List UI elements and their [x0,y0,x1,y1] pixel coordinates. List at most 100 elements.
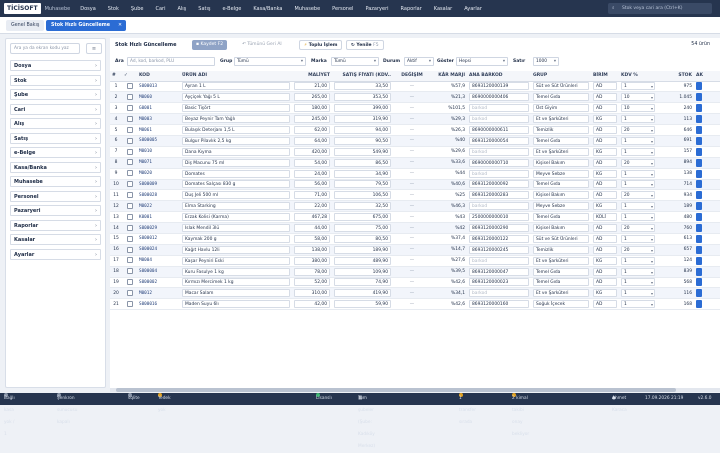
sidebar-item-10[interactable]: Pazaryeri › [10,205,101,216]
barcode-input[interactable]: 2500000000010 [469,213,529,222]
vat-select[interactable]: 1 ▾ [621,289,655,298]
rows-select[interactable]: 1000 ▾ [533,57,559,66]
column-header-10[interactable]: BİRİM [591,71,619,82]
barcode-input[interactable]: barkod [469,202,529,211]
active-toggle[interactable] [696,191,702,200]
unit-input[interactable]: KG [593,115,617,124]
sidebar-item-5[interactable]: Satış › [10,132,101,144]
unit-input[interactable]: AD [593,82,617,91]
sidebar-item-9[interactable]: Personel › [10,190,101,202]
vat-select[interactable]: 20 ▾ [621,191,655,200]
table-row[interactable]: 4 M0003 Beyaz Peynir Tam Yağlı 245,00 319,90… [110,113,720,126]
cost-input[interactable]: 56,00 [294,180,330,189]
cost-input[interactable]: 310,00 [294,289,330,298]
row-checkbox[interactable] [126,246,133,253]
product-name-input[interactable]: Duş Jeli 500 ml [182,191,290,200]
column-header-9[interactable]: GRUP [531,71,591,82]
row-checkbox[interactable] [126,290,133,297]
group-input[interactable]: Süt ve Süt Ürünleri [533,234,589,243]
group-input[interactable]: Kişisel Bakım [533,224,589,233]
vat-select[interactable]: 10 ▾ [621,93,655,102]
table-row[interactable]: 8 M0071 Diş Macunu 75 ml 54,00 86,50 — %33,6 86… [110,157,720,169]
table-row[interactable]: 20 M0012 Macar Salam 310,00 419,90 — %34,1 bark… [110,287,720,300]
price-input[interactable]: 34,90 [334,169,391,178]
group-input[interactable]: Meyve Sebze [533,169,589,178]
sidebar-item-4[interactable]: Alış › [10,118,101,129]
group-input[interactable]: Soğuk İçecek [533,300,589,309]
vat-select[interactable]: 1 ▾ [621,180,655,189]
active-toggle[interactable] [696,136,702,145]
barcode-input[interactable]: 8693120000160 [469,300,529,309]
menu-item-0[interactable]: Dosya [74,6,102,12]
active-toggle[interactable] [696,202,702,211]
row-checkbox[interactable] [126,159,133,166]
price-input[interactable]: 33,50 [334,82,391,91]
unit-input[interactable]: KG [593,256,617,265]
product-name-input[interactable]: Maden Suyu 6lı [182,300,290,309]
column-header-0[interactable]: # [110,71,122,82]
product-name-input[interactable]: Kağıt Havlu 12li [182,245,290,254]
sidebar-item-11[interactable]: Raporlar › [10,219,101,231]
barcode-input[interactable]: 8690000000710 [469,158,529,167]
table-row[interactable]: 15 S000012 Kaymak 200 g 58,00 80,50 — %37,4 869… [110,233,720,245]
table-row[interactable]: 21 S000016 Maden Suyu 6lı 42,00 59,90 — %42,6 8… [110,298,720,311]
cost-input[interactable]: 58,00 [294,234,330,243]
tab-stock-quick-update[interactable]: Stok Hızlı Güncelleme ✕ [46,20,126,31]
sidebar-item-2[interactable]: Şube › [10,89,101,100]
table-row[interactable]: 13 K0001 Erzak Kolisi (Karma) 467,28 675,00 —… [110,211,720,224]
unit-input[interactable]: KG [593,169,617,178]
active-toggle[interactable] [696,224,702,233]
group-input[interactable]: Temel Gıda [533,213,589,222]
price-input[interactable]: 86,50 [334,158,391,167]
vat-select[interactable]: 1 ▾ [621,169,655,178]
product-name-input[interactable]: Ayran 1 L [182,82,290,91]
price-input[interactable]: 675,00 [334,213,391,222]
sidebar-item-0[interactable]: Dosya › [10,60,101,71]
row-checkbox[interactable] [126,126,133,133]
unit-input[interactable]: AD [593,267,617,276]
barcode-input[interactable]: 8693120000139 [469,82,529,91]
product-search-input[interactable]: Ad, kod, barkod, PLU [127,57,215,66]
vat-select[interactable]: 1 ▾ [621,115,655,124]
product-name-input[interactable]: Kuru Fasulye 1 kg [182,267,290,276]
cost-input[interactable]: 54,00 [294,158,330,167]
vat-select[interactable]: 1 ▾ [621,82,655,91]
cost-input[interactable]: 44,00 [294,224,330,233]
barcode-input[interactable]: 8693120000023 [469,278,529,287]
unit-input[interactable]: AD [593,191,617,200]
sidebar-item-13[interactable]: Ayarlar › [10,248,101,260]
unit-input[interactable]: AD [593,136,617,145]
row-checkbox[interactable] [126,192,133,199]
scrollbar-thumb[interactable] [116,388,676,392]
save-button[interactable]: ▪ Kaydet F2 [192,40,228,50]
price-input[interactable]: 419,90 [334,289,391,298]
table-row[interactable]: 7 M0010 Dana Kıyma 420,00 549,90 — %29,6 barkod… [110,146,720,158]
active-toggle[interactable] [696,289,702,298]
table-row[interactable]: 11 S000028 Duş Jeli 500 ml 71,00 106,50 — %25 8… [110,189,720,202]
price-input[interactable]: 80,50 [334,234,391,243]
vat-select[interactable]: 20 ▾ [621,245,655,254]
active-toggle[interactable] [696,115,702,124]
group-input[interactable]: Temel Gıda [533,93,589,102]
row-checkbox[interactable] [126,104,133,111]
active-toggle[interactable] [696,300,702,309]
barcode-input[interactable]: 8690000000406 [469,93,529,102]
active-toggle[interactable] [696,234,702,243]
unit-input[interactable]: AD [593,300,617,309]
product-name-input[interactable]: Bulaşık Deterjanı 1,5 L [182,126,290,134]
active-toggle[interactable] [696,267,702,276]
row-checkbox[interactable] [126,115,133,122]
active-toggle[interactable] [696,126,702,134]
product-name-input[interactable]: Basic Tişört [182,104,290,113]
row-checkbox[interactable] [126,224,133,231]
cost-input[interactable]: 265,00 [294,93,330,102]
menu-item-1[interactable]: Stok [102,6,125,12]
barcode-input[interactable]: 8693120000290 [469,224,529,233]
unit-input[interactable]: AD [593,234,617,243]
vat-select[interactable]: 1 ▾ [621,202,655,211]
row-checkbox[interactable] [126,137,133,144]
unit-input[interactable]: AD [593,224,617,233]
price-input[interactable]: 94,00 [334,126,391,134]
unit-input[interactable]: AD [593,158,617,167]
product-name-input[interactable]: Domates Salçası 830 g [182,180,290,189]
